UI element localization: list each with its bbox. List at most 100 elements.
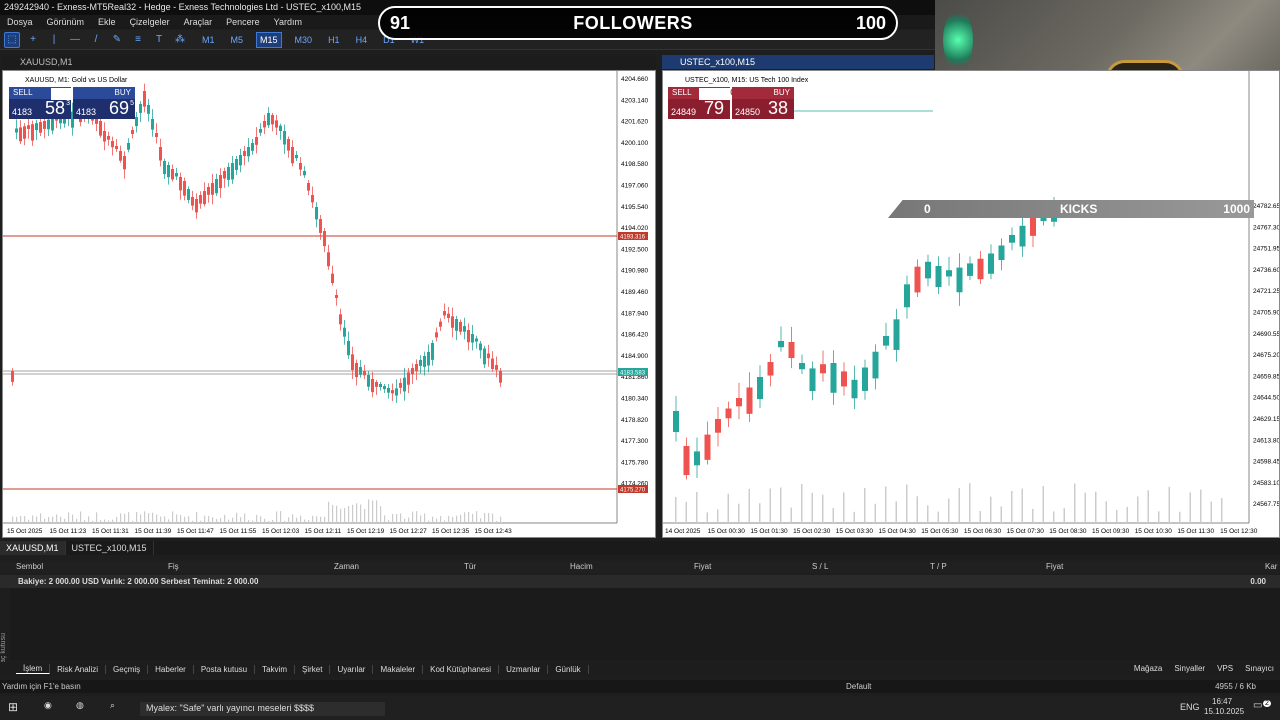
volume-bar [328,501,330,523]
time-tick: 15 Oct 11:55 [220,528,257,535]
terminal-tab[interactable]: Şirket [295,664,331,674]
candle-body [459,322,462,332]
clock-time[interactable]: 16:47 [1212,697,1232,706]
menu-item-1[interactable]: Görünüm [40,15,92,29]
volume-bar [1095,491,1097,523]
column-header[interactable]: T / P [930,562,947,571]
cursor-icon[interactable]: ⬚ [4,31,20,48]
terminal-tab[interactable]: Haberler [148,664,194,674]
timeframe-m30[interactable]: M30 [292,33,316,47]
candle-body [119,151,122,161]
terminal-tab[interactable]: Kod Kütüphanesi [423,664,500,674]
volume-bar [412,511,414,523]
timeframe-m5[interactable]: M5 [228,33,247,47]
buy-panel-ustec[interactable]: BUY 24850 38 [732,87,794,119]
timeframe-m1[interactable]: M1 [199,33,218,47]
column-header[interactable]: S / L [812,562,828,571]
crosshair-icon[interactable]: + [25,32,41,48]
volume-bar [364,508,366,523]
timeframe-m15[interactable]: M15 [256,31,282,48]
chart-tab-ustec[interactable]: USTEC_x100,M15 [66,541,154,555]
menu-item-5[interactable]: Pencere [219,15,267,29]
menu-item-6[interactable]: Yardım [267,15,309,29]
price-tick: 4175.780 [621,459,648,466]
search-icon[interactable]: ⌕ [110,700,115,711]
terminal-tab[interactable]: Geçmiş [106,664,149,674]
vertical-line-icon[interactable]: | [46,32,62,48]
candle-body [275,120,278,128]
volume-bar [396,513,398,523]
buy-price-prefix: 4183 [76,107,97,117]
timeframe-h4[interactable]: H4 [353,33,371,47]
windows-icon[interactable]: ⊞ [8,700,18,714]
terminal-tab[interactable]: Posta kutusu [194,664,256,674]
terminal-tab[interactable]: Takvim [255,664,295,674]
notification-icon[interactable]: ▭ [1253,700,1262,711]
chrome-icon[interactable]: ◉ [44,700,52,711]
candle-body [155,133,158,138]
column-header[interactable]: Zaman [334,562,359,571]
terminal-tab[interactable]: Makaleler [373,664,424,674]
channel-icon[interactable]: ≡ [130,32,146,48]
volume-bar [132,520,134,523]
volume-bar [172,511,174,523]
menu-item-3[interactable]: Çizelgeler [123,15,177,29]
buy-panel[interactable]: BUY 4183 69 5 [73,87,135,119]
clock-date[interactable]: 15.10.2025 [1204,707,1244,716]
volume-bar [316,516,318,523]
terminal-link[interactable]: Sinyaller [1174,664,1205,673]
volume-bar [140,514,142,523]
chart-tab-xauusd[interactable]: XAUUSD,M1 [0,541,66,555]
candle-body [291,147,294,164]
text-icon[interactable]: T [151,32,167,48]
volume-bar [696,491,698,523]
terminal-tab[interactable]: İşlem [16,664,51,674]
terminal-tab[interactable]: Uyarılar [330,664,374,674]
terminal-link[interactable]: Mağaza [1134,664,1162,673]
chart-window-title-xauusd[interactable]: XAUUSD,M1 [2,55,656,69]
menu-item-4[interactable]: Araçlar [177,15,220,29]
terminal-tab[interactable]: Uzmanlar [499,664,549,674]
chart-xauusd[interactable]: 4204.660 4203.140 4201.620 4200.100 4198.580… [2,70,656,538]
column-header[interactable]: Hacim [570,562,593,571]
candle-body [872,351,879,379]
shapes-icon[interactable]: ⁂ [172,32,188,48]
taskbar: ⊞ ◉ ◍ ⌕ Myalex: "Safe" varlı yayıncı mes… [0,696,1280,720]
column-header[interactable]: Fiyat [1046,562,1063,571]
sell-price-prefix-ustec: 24849 [671,107,697,117]
horizontal-line-icon[interactable]: — [67,32,83,48]
timeframe-h1[interactable]: H1 [325,33,343,47]
trendline-icon[interactable]: / [88,32,104,48]
notification-count: 2 [1263,700,1271,707]
pen-icon[interactable]: ✎ [109,32,125,48]
lang-indicator[interactable]: ENG [1180,702,1200,712]
chart-window-title-ustec[interactable]: USTEC_x100,M15 [662,55,934,69]
terminal-tab[interactable]: Risk Analizi [50,664,107,674]
volume-bar [232,517,234,523]
column-header[interactable]: Sembol [16,562,43,571]
volume-bar [424,513,426,523]
menu-item-0[interactable]: Dosya [0,15,40,29]
terminal-tab[interactable]: Günlük [548,664,589,674]
volume-bar [990,496,992,523]
column-header[interactable]: Fiş [168,562,179,571]
candle-body [359,367,362,375]
column-header[interactable]: Tür [464,562,476,571]
terminal-link[interactable]: Sınayıcı [1245,664,1274,673]
column-header[interactable]: Kar [1265,562,1277,571]
volume-bar [340,508,342,523]
chart-ustec[interactable]: 24782.65 24767.30 24751.95 24736.60 24721.25… [662,70,1280,538]
volume-bar [1053,511,1055,523]
candle-body [757,377,763,400]
column-header[interactable]: Fiyat [694,562,711,571]
time-tick: 15 Oct 12:43 [475,528,513,535]
price-tick: 4192.500 [621,246,648,253]
terminal-tabs: İşlem Risk Analizi Geçmiş Haberler Posta kut… [0,662,1280,676]
app-icon[interactable]: ◍ [76,700,84,711]
volume-bar [1189,492,1191,523]
volume-bar [252,520,254,523]
volume-bar [216,518,218,523]
volume-bar [906,484,908,523]
menu-item-2[interactable]: Ekle [91,15,123,29]
terminal-link[interactable]: VPS [1217,664,1233,673]
